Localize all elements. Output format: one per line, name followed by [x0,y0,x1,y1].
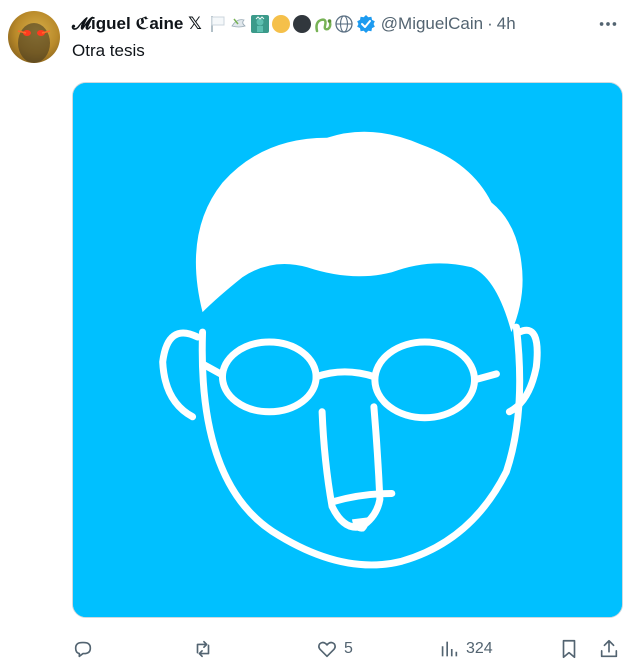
heart-icon [318,641,336,658]
tweet-text: Otra tesis [72,41,145,60]
yellow-circle-icon [271,15,290,33]
snake-icon [313,14,333,34]
views-chart-icon [441,641,458,657]
reply-icon [74,641,92,658]
more-options-icon[interactable] [596,12,620,36]
dove-icon [229,14,249,34]
like-button[interactable]: 5 [316,636,353,662]
tweet-actions-bar: 5 324 [72,636,623,662]
like-count: 5 [344,640,353,657]
author-avatar[interactable] [8,11,60,63]
verified-badge-icon [356,14,376,34]
avatar-image [17,23,51,63]
views-button[interactable]: 324 [438,636,493,662]
dot-separator: · [487,14,493,33]
share-icon [600,639,618,658]
white-flag-icon [208,14,228,34]
view-count: 324 [466,640,493,657]
cartoon-face-illustration [73,83,622,617]
retweet-icon [196,640,210,658]
name-emojis [208,14,376,34]
bookmark-button[interactable] [558,636,580,662]
bookmark-icon [562,639,576,659]
tweet-timestamp[interactable]: 4h [497,14,516,34]
tweet-header: 𝓜iguel ℭaine 𝕏 @MiguelCain · 4h [72,12,620,36]
retweet-button[interactable] [192,636,220,662]
share-button[interactable] [598,636,620,662]
author-name[interactable]: 𝓜iguel ℭaine 𝕏 [72,14,202,34]
tweet-media-image[interactable] [72,82,623,618]
globe-icon [334,14,354,34]
author-handle[interactable]: @MiguelCain [381,14,483,34]
reply-button[interactable] [72,636,100,662]
black-circle-icon [292,15,311,33]
statue-of-liberty-icon [250,14,270,34]
